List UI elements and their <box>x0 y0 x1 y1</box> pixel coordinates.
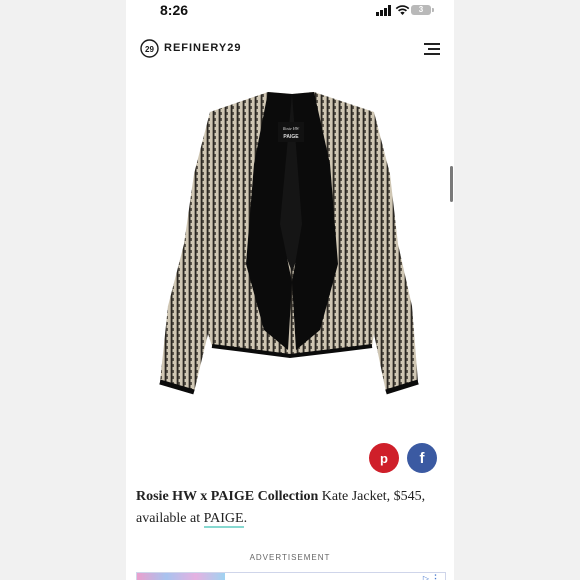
ad-image[interactable] <box>137 573 225 580</box>
ad-menu-icon[interactable]: ⋮ <box>431 573 440 580</box>
status-bar: 8:26 3 <box>126 0 454 22</box>
collection-name: Rosie HW x PAIGE Collection <box>136 489 319 504</box>
product-caption: Rosie HW x PAIGE Collection Kate Jacket,… <box>136 486 448 530</box>
wifi-icon <box>395 5 410 15</box>
site-header: 29 REFINERY29 <box>126 34 454 64</box>
advertisement-label: ADVERTISEMENT <box>249 553 331 562</box>
advertisement-banner[interactable]: ▷ ⋮ <box>136 572 446 580</box>
product-image-sequin-jacket: Rosie HW PAIGE <box>159 92 419 395</box>
retailer-link[interactable]: PAIGE <box>203 511 244 528</box>
hamburger-menu-icon[interactable] <box>424 43 440 55</box>
caption-end: . <box>243 511 248 526</box>
phone-screen: 8:26 3 29 REFINERY29 Rosie HW PAIGE p f … <box>126 0 454 580</box>
facebook-icon: f <box>419 449 425 467</box>
pinterest-share-button[interactable]: p <box>369 443 399 473</box>
scrollbar[interactable] <box>450 166 453 202</box>
battery-icon: 3 <box>411 5 434 15</box>
facebook-share-button[interactable]: f <box>407 443 437 473</box>
jacket-label-line2: PAIGE <box>283 134 299 140</box>
brand-name[interactable]: REFINERY29 <box>164 42 241 54</box>
svg-text:29: 29 <box>145 45 154 54</box>
pinterest-icon: p <box>380 450 388 466</box>
status-time: 8:26 <box>160 2 189 18</box>
cellular-signal-icon <box>376 5 391 16</box>
jacket-label-line1: Rosie HW <box>282 126 300 131</box>
ad-choices-icon[interactable]: ▷ <box>423 574 429 580</box>
refinery29-logo-icon[interactable]: 29 <box>140 39 159 58</box>
